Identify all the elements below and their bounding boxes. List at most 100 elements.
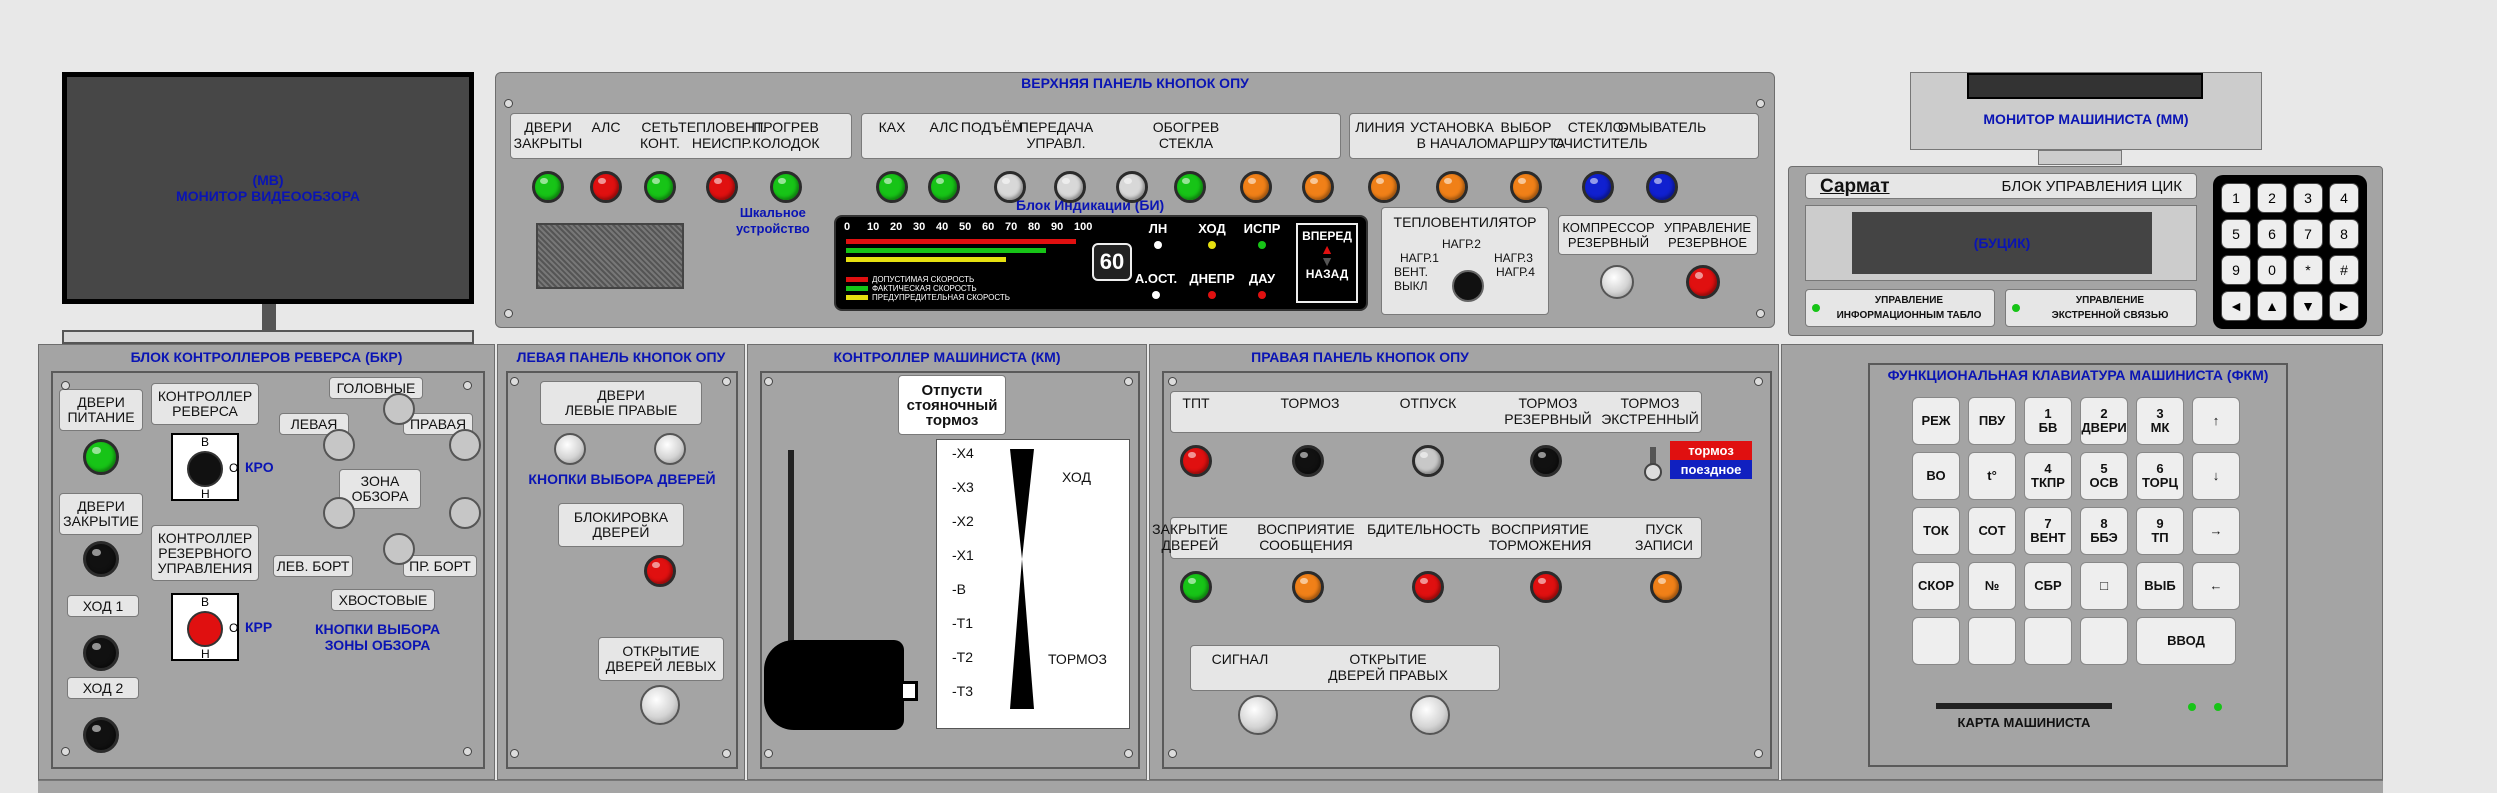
top-button-0[interactable] xyxy=(532,171,564,203)
top-button-12[interactable] xyxy=(1302,171,1334,203)
bucik-key-9[interactable]: 0 xyxy=(2257,255,2287,285)
right-row1-button-2[interactable] xyxy=(1412,445,1444,477)
top-button-14[interactable] xyxy=(1436,171,1468,203)
compressor-reserve-button[interactable] xyxy=(1600,265,1634,299)
top-button-6[interactable] xyxy=(928,171,960,203)
top-button-7[interactable] xyxy=(994,171,1026,203)
top-button-1[interactable] xyxy=(590,171,622,203)
top-button-16[interactable] xyxy=(1582,171,1614,203)
fkm-key-1-3[interactable]: 5 ОСВ xyxy=(2080,452,2128,500)
right-row2-button-3[interactable] xyxy=(1530,571,1562,603)
bucik-key-8[interactable]: 9 xyxy=(2221,255,2251,285)
bucik-key-7[interactable]: 8 xyxy=(2329,219,2359,249)
bucik-key-12[interactable]: ◄ xyxy=(2221,291,2251,321)
fkm-key-3-5[interactable]: ← xyxy=(2192,562,2240,610)
km-handle[interactable] xyxy=(764,640,904,730)
top-button-5[interactable] xyxy=(876,171,908,203)
bucik-key-4[interactable]: 5 xyxy=(2221,219,2251,249)
zone-button-5[interactable] xyxy=(383,533,415,565)
fkm-key-0-1[interactable]: ПВУ xyxy=(1968,397,2016,445)
reserve-control-led[interactable] xyxy=(1686,265,1720,299)
fkm-key-3-4[interactable]: ВЫБ xyxy=(2136,562,2184,610)
top-button-3[interactable] xyxy=(706,171,738,203)
bucik-key-5[interactable]: 6 xyxy=(2257,219,2287,249)
signal-button[interactable] xyxy=(1238,695,1278,735)
fkm-key-1-4[interactable]: 6 ТОРЦ xyxy=(2136,452,2184,500)
fkm-key-2-2[interactable]: 7 ВЕНТ xyxy=(2024,507,2072,555)
fkm-key-3-3[interactable]: □ xyxy=(2080,562,2128,610)
bucik-key-10[interactable]: * xyxy=(2293,255,2323,285)
right-row1-button-1[interactable] xyxy=(1292,445,1324,477)
fkm-key-2-3[interactable]: 8 ББЭ xyxy=(2080,507,2128,555)
fkm-key-1-1[interactable]: t° xyxy=(1968,452,2016,500)
right-row2-button-1[interactable] xyxy=(1292,571,1324,603)
zone-button-2[interactable] xyxy=(449,429,481,461)
top-button-10[interactable] xyxy=(1174,171,1206,203)
left-doors-select-button[interactable] xyxy=(554,433,586,465)
fkm-key-4-0[interactable] xyxy=(1912,617,1960,665)
bucik-key-15[interactable]: ► xyxy=(2329,291,2359,321)
bucik-key-3[interactable]: 4 xyxy=(2329,183,2359,213)
fkm-key-4-3[interactable] xyxy=(2080,617,2128,665)
fkm-key-2-1[interactable]: СОТ xyxy=(1968,507,2016,555)
doors-close-button[interactable] xyxy=(83,541,119,577)
hod2-button[interactable] xyxy=(83,717,119,753)
right-row2-button-2[interactable] xyxy=(1412,571,1444,603)
right-row1-button-0[interactable] xyxy=(1180,445,1212,477)
top-button-2[interactable] xyxy=(644,171,676,203)
card-slot[interactable] xyxy=(1936,703,2112,709)
bucik-key-14[interactable]: ▼ xyxy=(2293,291,2323,321)
zone-button-0[interactable] xyxy=(383,393,415,425)
bucik-opt-emergency[interactable]: УПРАВЛЕНИЕ ЭКСТРЕННОЙ СВЯЗЬЮ xyxy=(2005,289,2197,327)
top-button-11[interactable] xyxy=(1240,171,1272,203)
bucik-opt-info[interactable]: УПРАВЛЕНИЕ ИНФОРМАЦИОННЫМ ТАБЛО xyxy=(1805,289,1995,327)
zone-button-3[interactable] xyxy=(323,497,355,529)
fkm-key-1-2[interactable]: 4 ТКПР xyxy=(2024,452,2072,500)
fkm-key-3-1[interactable]: № xyxy=(1968,562,2016,610)
bkr-label-box-2: ХОД 1 xyxy=(67,595,139,617)
zone-button-1[interactable] xyxy=(323,429,355,461)
fkm-key-4-4[interactable]: ВВОД xyxy=(2136,617,2236,665)
fkm-key-0-0[interactable]: РЕЖ xyxy=(1912,397,1960,445)
door-lock-button[interactable] xyxy=(644,555,676,587)
fkm-key-0-5[interactable]: ↑ xyxy=(2192,397,2240,445)
fkm-key-1-5[interactable]: ↓ xyxy=(2192,452,2240,500)
hod1-button[interactable] xyxy=(83,635,119,671)
fkm-key-2-4[interactable]: 9 ТП xyxy=(2136,507,2184,555)
fkm-key-3-0[interactable]: СКОР xyxy=(1912,562,1960,610)
top-button-8[interactable] xyxy=(1054,171,1086,203)
bucik-key-1[interactable]: 2 xyxy=(2257,183,2287,213)
bucik-key-11[interactable]: # xyxy=(2329,255,2359,285)
open-left-doors-button[interactable] xyxy=(640,685,680,725)
krp-switch[interactable]: В О Н xyxy=(171,593,239,661)
right-row1-button-3[interactable] xyxy=(1530,445,1562,477)
zone-button-4[interactable] xyxy=(449,497,481,529)
bucik-key-6[interactable]: 7 xyxy=(2293,219,2323,249)
fkm-key-0-2[interactable]: 1 БВ xyxy=(2024,397,2072,445)
bi-legend-row-1: ФАКТИЧЕСКАЯ СКОРОСТЬ xyxy=(846,284,1066,293)
fkm-key-1-0[interactable]: ВО xyxy=(1912,452,1960,500)
top-button-9[interactable] xyxy=(1116,171,1148,203)
right-row2-button-0[interactable] xyxy=(1180,571,1212,603)
right-doors-select-button[interactable] xyxy=(654,433,686,465)
fkm-key-2-5[interactable]: → xyxy=(2192,507,2240,555)
fkm-key-0-3[interactable]: 2 ДВЕРИ xyxy=(2080,397,2128,445)
top-button-17[interactable] xyxy=(1646,171,1678,203)
heater-selector-knob[interactable] xyxy=(1452,270,1484,302)
open-right-doors-button[interactable] xyxy=(1410,695,1450,735)
fkm-key-4-1[interactable] xyxy=(1968,617,2016,665)
fkm-key-0-4[interactable]: 3 МК xyxy=(2136,397,2184,445)
kro-switch[interactable]: В О Н xyxy=(171,433,239,501)
top-button-4[interactable] xyxy=(770,171,802,203)
bucik-key-2[interactable]: 3 xyxy=(2293,183,2323,213)
brake-toggle-switch[interactable] xyxy=(1644,447,1662,483)
top-button-13[interactable] xyxy=(1368,171,1400,203)
doors-power-button[interactable] xyxy=(83,439,119,475)
fkm-key-4-2[interactable] xyxy=(2024,617,2072,665)
fkm-key-2-0[interactable]: ТОК xyxy=(1912,507,1960,555)
bucik-key-13[interactable]: ▲ xyxy=(2257,291,2287,321)
right-row2-button-4[interactable] xyxy=(1650,571,1682,603)
top-button-15[interactable] xyxy=(1510,171,1542,203)
fkm-key-3-2[interactable]: СБР xyxy=(2024,562,2072,610)
bucik-key-0[interactable]: 1 xyxy=(2221,183,2251,213)
